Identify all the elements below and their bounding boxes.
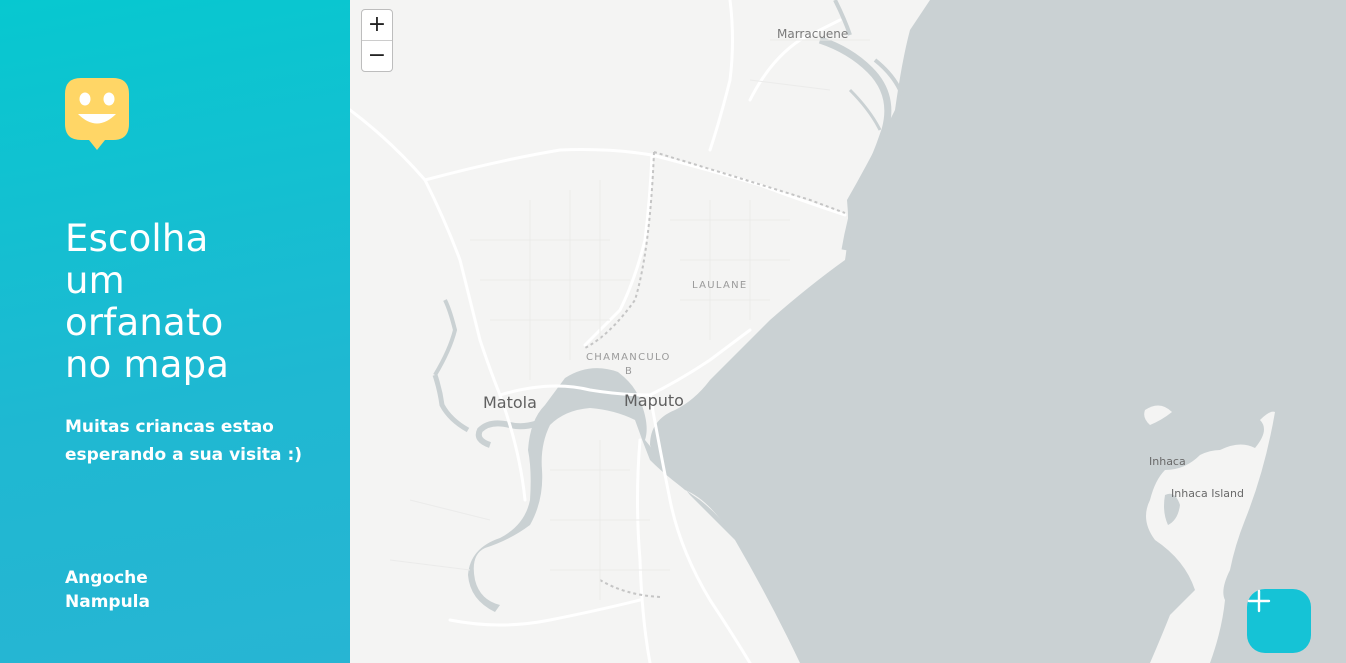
app-root: Escolha um orfanato no mapa Muitas crian…	[0, 0, 1346, 663]
sidebar: Escolha um orfanato no mapa Muitas crian…	[0, 0, 350, 663]
zoom-in-button[interactable]: +	[362, 10, 392, 40]
page-subtitle: Muitas criancas estao esperando a sua vi…	[65, 417, 303, 465]
map-label-maputo: Maputo	[624, 391, 684, 410]
title-line: no mapa	[65, 343, 230, 386]
location-city: Angoche	[65, 568, 148, 588]
map-label-chamanculo: CHAMANCULO	[586, 352, 671, 363]
map-label-inhaca: Inhaca	[1149, 455, 1186, 468]
plus-icon	[1247, 589, 1271, 613]
zoom-out-button[interactable]: −	[362, 40, 392, 71]
location-info: Angoche Nampula	[65, 566, 150, 614]
map-label-matola: Matola	[483, 393, 537, 412]
zoom-control: + −	[361, 9, 393, 72]
smiley-logo-icon	[65, 78, 129, 150]
map-tiles[interactable]	[350, 0, 1346, 663]
map-label-marracuene: Marracuene	[777, 27, 849, 41]
title-line: um	[65, 259, 125, 302]
title-line: orfanato	[65, 301, 224, 344]
map-container[interactable]: Marracuene LAULANE CHAMANCULO B Matola M…	[350, 0, 1346, 663]
map-label-inhaca-island: Inhaca Island	[1171, 487, 1244, 500]
location-state: Nampula	[65, 592, 150, 612]
map-label-laulane: LAULANE	[692, 280, 748, 291]
map-label-chamanculo-b: B	[625, 366, 634, 377]
title-line: Escolha	[65, 217, 209, 260]
page-title: Escolha um orfanato no mapa	[65, 218, 229, 386]
add-orphanage-button[interactable]	[1247, 589, 1311, 653]
